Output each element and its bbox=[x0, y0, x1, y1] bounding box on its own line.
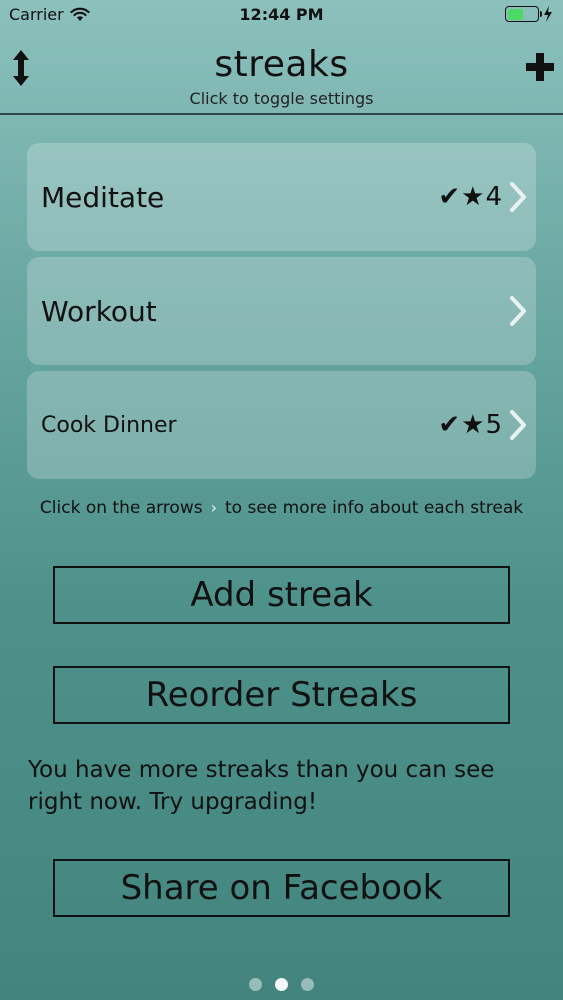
streak-name: Cook Dinner bbox=[41, 412, 177, 438]
status-bar: Carrier 12:44 PM bbox=[0, 0, 563, 30]
status-right bbox=[505, 6, 553, 22]
plus-icon[interactable] bbox=[523, 50, 557, 84]
chevron-right-icon[interactable] bbox=[508, 295, 528, 327]
page-dot[interactable] bbox=[301, 978, 314, 991]
hint-after: to see more info about each streak bbox=[225, 498, 524, 518]
page-subtitle[interactable]: Click to toggle settings bbox=[0, 89, 563, 108]
hint-text: Click on the arrows › to see more info abo… bbox=[0, 498, 563, 518]
streak-badge: ✔ ★ 5 bbox=[438, 371, 502, 479]
chevron-right-icon[interactable] bbox=[508, 409, 528, 441]
star-icon: ★ bbox=[461, 182, 485, 212]
battery-icon bbox=[505, 6, 542, 22]
page-title[interactable]: streaks bbox=[0, 44, 563, 85]
chevron-right-icon[interactable] bbox=[508, 181, 528, 213]
charging-bolt-icon bbox=[544, 6, 552, 22]
check-icon: ✔ bbox=[438, 182, 461, 212]
reorder-streaks-button[interactable]: Reorder Streaks bbox=[53, 666, 510, 724]
streak-list: Meditate ✔ ★ 4 Workout Cook Dinner ✔ ★ 5 bbox=[27, 143, 536, 485]
share-facebook-button[interactable]: Share on Facebook bbox=[53, 859, 510, 917]
add-streak-button[interactable]: Add streak bbox=[53, 566, 510, 624]
upgrade-message: You have more streaks than you can see r… bbox=[28, 757, 495, 815]
streak-badge: ✔ ★ 4 bbox=[438, 143, 502, 251]
streak-count: 5 bbox=[485, 410, 502, 440]
streak-row-workout[interactable]: Workout bbox=[27, 257, 536, 365]
streak-name: Meditate bbox=[41, 180, 165, 214]
nav-bar[interactable]: streaks Click to toggle settings bbox=[0, 30, 563, 114]
streak-row-cook-dinner[interactable]: Cook Dinner ✔ ★ 5 bbox=[27, 371, 536, 479]
chevron-right-icon: › bbox=[210, 498, 217, 517]
page-indicator[interactable] bbox=[0, 978, 563, 991]
page-dot[interactable] bbox=[249, 978, 262, 991]
check-icon: ✔ bbox=[438, 410, 461, 440]
hint-before: Click on the arrows bbox=[39, 498, 203, 518]
star-icon: ★ bbox=[461, 410, 485, 440]
status-time: 12:44 PM bbox=[239, 5, 324, 24]
page-dot-active[interactable] bbox=[275, 978, 288, 991]
streak-row-meditate[interactable]: Meditate ✔ ★ 4 bbox=[27, 143, 536, 251]
streak-count: 4 bbox=[485, 182, 502, 212]
streak-name: Workout bbox=[41, 294, 157, 328]
nav-divider bbox=[0, 113, 563, 115]
